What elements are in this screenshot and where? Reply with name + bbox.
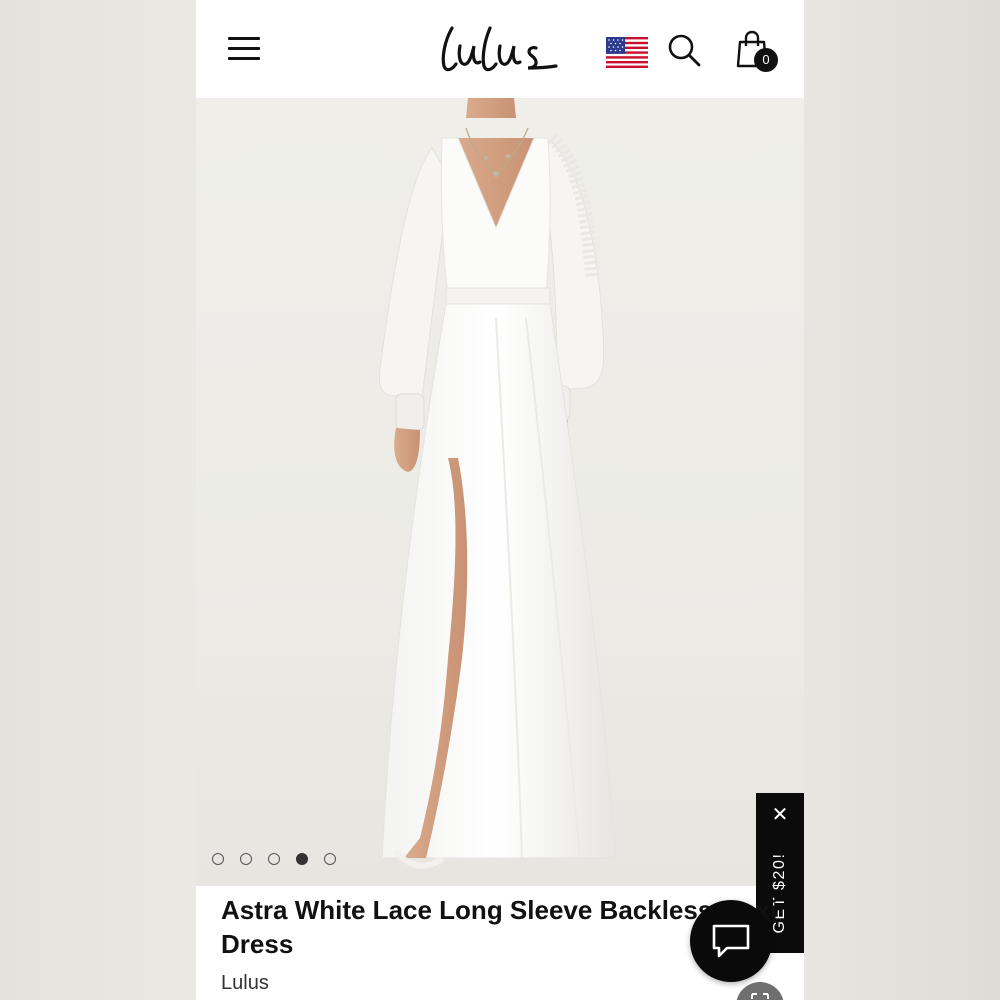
us-flag-icon[interactable] — [606, 37, 648, 68]
expand-icon — [751, 993, 769, 999]
chat-bubble-icon — [712, 924, 750, 958]
search-icon[interactable] — [666, 32, 702, 68]
phone-screen: 0 ✕ GET $20! Astra White Lace Long Sleev… — [196, 0, 804, 1000]
gallery-dot[interactable] — [240, 853, 252, 865]
gallery-dot[interactable] — [324, 853, 336, 865]
site-header: 0 — [196, 0, 804, 99]
gallery-dot[interactable] — [212, 853, 224, 865]
lulus-logo[interactable] — [438, 20, 560, 76]
product-brand[interactable]: Lulus — [221, 972, 269, 995]
accessibility-button[interactable] — [736, 982, 784, 1000]
cart-count-badge[interactable]: 0 — [754, 48, 778, 72]
gallery-dot[interactable] — [268, 853, 280, 865]
product-image[interactable]: ✕ GET $20! — [196, 98, 804, 953]
chat-button[interactable] — [690, 900, 772, 982]
menu-icon[interactable] — [228, 36, 260, 62]
close-icon[interactable]: ✕ — [768, 803, 792, 827]
gallery-dot-active[interactable] — [296, 853, 308, 865]
gallery-dots — [212, 853, 336, 867]
dress-model-illustration — [378, 98, 617, 869]
